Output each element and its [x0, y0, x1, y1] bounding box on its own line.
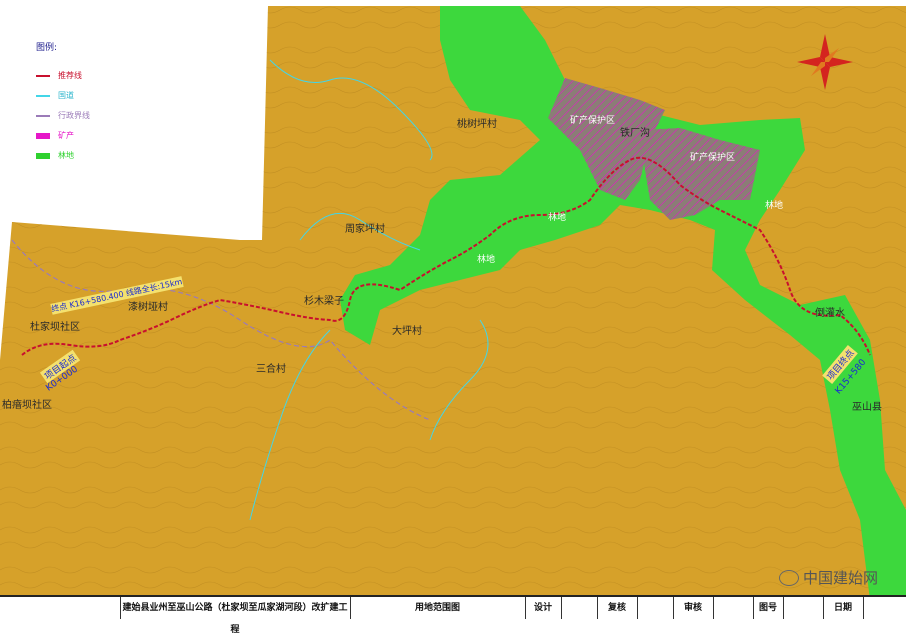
label-daoguan: 倒灌水 — [815, 308, 845, 319]
legend-route: 推荐线 — [36, 70, 82, 81]
tb-date-val — [863, 597, 905, 619]
tb-project: 建始县业州至巫山公路（杜家坝至瓜家湖河段）改扩建工程 — [120, 597, 351, 635]
watermark-text: 中国建始网 — [802, 569, 878, 587]
tb-design: 设计 — [525, 597, 562, 619]
tb-check: 复核 — [597, 597, 638, 619]
tb-review: 审核 — [673, 597, 714, 619]
tb-review-val — [713, 597, 754, 619]
legend-forest: 林地 — [36, 150, 74, 161]
label-wushan: 巫山县 — [852, 402, 882, 413]
tb-blank — [0, 597, 121, 619]
label-taoshu: 桃树坪村 — [457, 119, 497, 130]
watermark: 中国建始网 — [778, 567, 878, 588]
legend-mine: 矿产 — [36, 130, 74, 141]
label-mine-1: 矿产保护区 — [570, 116, 616, 126]
label-tiechang: 铁厂沟 — [620, 128, 650, 139]
legend-national-road: 国道 — [36, 90, 74, 101]
legend-title: 图例: — [36, 43, 58, 53]
tb-design-val — [561, 597, 598, 619]
title-block: 建始县业州至巫山公路（杜家坝至瓜家湖河段）改扩建工程 用地范围图 设计 复核 审… — [0, 595, 906, 635]
label-zhouyou: 漆树垭村 — [128, 302, 168, 313]
tb-date: 日期 — [823, 597, 864, 619]
label-sanhe: 三合村 — [256, 364, 286, 375]
label-mine-2: 矿产保护区 — [690, 153, 736, 163]
label-forest-2: 林地 — [477, 255, 496, 265]
tb-check-val — [637, 597, 674, 619]
label-zhoujia: 周家坪村 — [345, 224, 385, 235]
tb-drawing: 用地范围图 — [350, 597, 526, 619]
label-tujia: 杜家坝社区 — [30, 322, 80, 333]
tb-number: 图号 — [753, 597, 784, 619]
label-shamu: 杉木梁子 — [304, 296, 344, 307]
label-dazhen: 大坪村 — [392, 326, 422, 337]
label-bochi: 柏瘖坝社区 — [2, 400, 52, 411]
tb-number-val — [783, 597, 824, 619]
label-forest-1: 林地 — [548, 213, 567, 223]
legend-admin: 行政界线 — [36, 110, 90, 121]
label-forest-3: 林地 — [765, 201, 784, 211]
wechat-icon — [778, 569, 799, 586]
